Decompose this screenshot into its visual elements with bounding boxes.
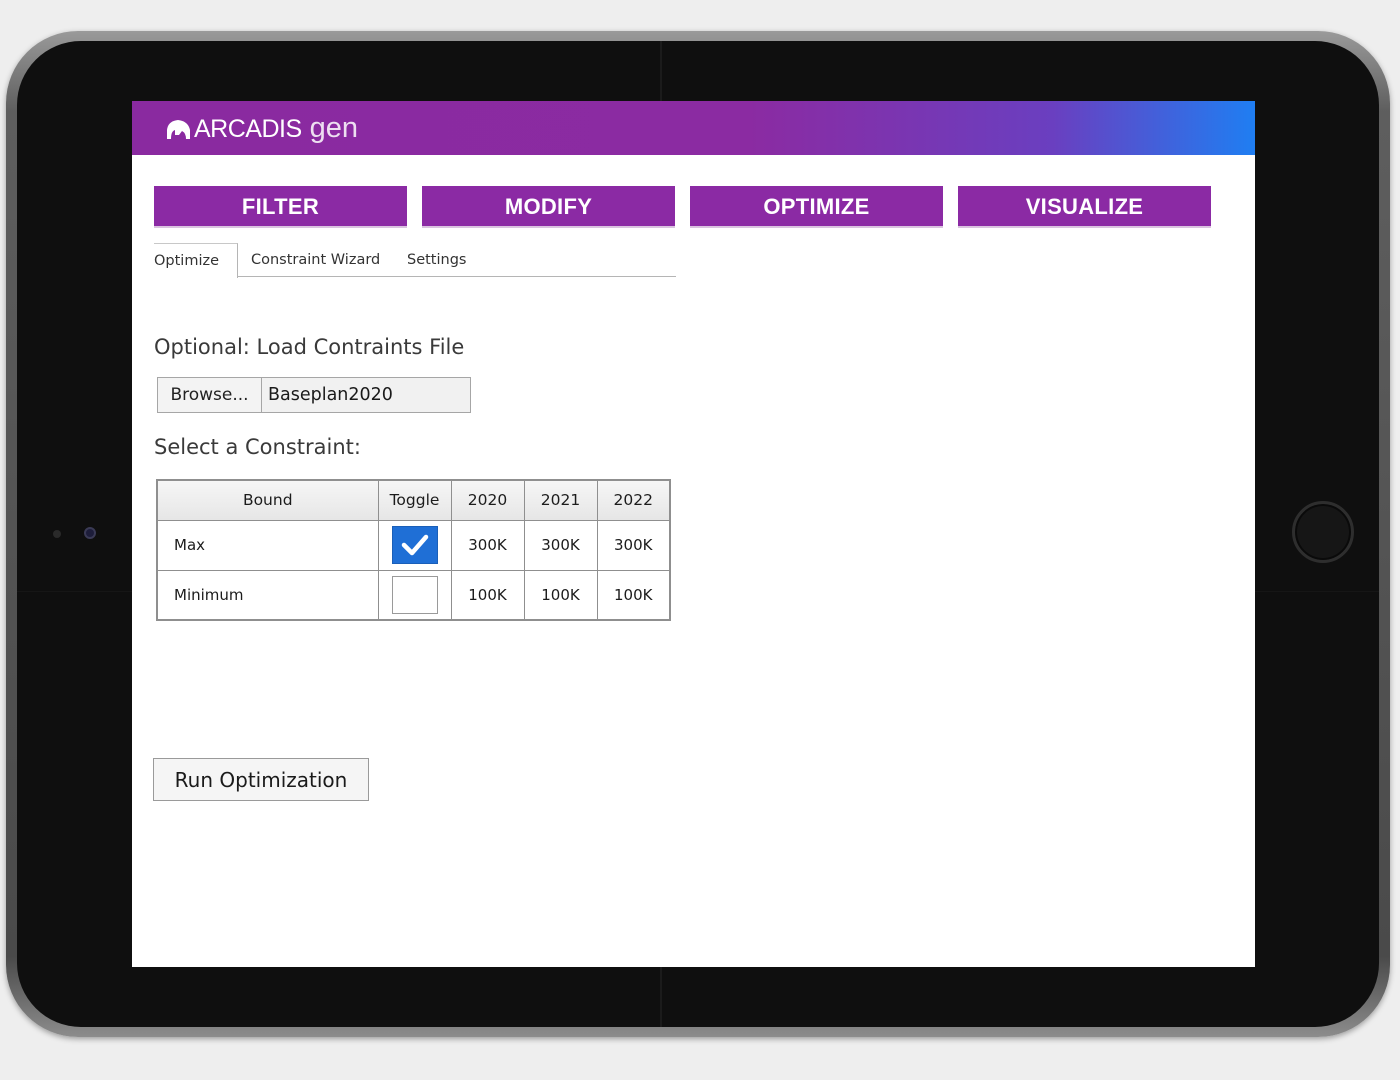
constraint-table: Bound Toggle 2020 2021 2022 Max 300K 300…	[156, 479, 671, 621]
nav-modify-button[interactable]: MODIFY	[422, 186, 675, 228]
app-header: ARCADIS gen	[132, 101, 1255, 155]
select-constraint-heading: Select a Constraint:	[154, 435, 361, 459]
value-cell: 300K	[596, 519, 671, 571]
home-button[interactable]	[1292, 501, 1354, 563]
value-cell: 300K	[450, 519, 525, 571]
browse-button[interactable]: Browse...	[158, 378, 262, 412]
bound-cell: Minimum	[156, 569, 379, 621]
app-screen: ARCADIS gen FILTER MODIFY OPTIMIZE VISUA…	[132, 101, 1255, 967]
table-row: Minimum 100K 100K 100K	[156, 569, 671, 621]
file-name-field[interactable]: Baseplan2020	[262, 378, 470, 412]
nav-filter-button[interactable]: FILTER	[154, 186, 407, 228]
column-header-toggle: Toggle	[377, 479, 452, 521]
load-constraints-heading: Optional: Load Contraints File	[154, 335, 465, 359]
toggle-cell	[377, 569, 452, 621]
column-header-bound: Bound	[156, 479, 379, 521]
max-toggle-checkbox[interactable]	[391, 526, 438, 564]
brand-name: ARCADIS	[194, 114, 302, 143]
column-header-2022: 2022	[596, 479, 671, 521]
value-cell: 100K	[596, 569, 671, 621]
brand-logo: ARCADIS gen	[166, 112, 358, 146]
tab-settings[interactable]: Settings	[407, 243, 466, 277]
table-header-row: Bound Toggle 2020 2021 2022	[156, 479, 671, 521]
constraints-file-picker: Browse... Baseplan2020	[157, 377, 471, 413]
value-cell: 100K	[450, 569, 525, 621]
tab-optimize[interactable]: Optimize	[154, 243, 239, 278]
tab-constraint-wizard[interactable]: Constraint Wizard	[251, 243, 380, 277]
table-row: Max 300K 300K 300K	[156, 519, 671, 571]
camera-icon	[84, 527, 96, 539]
arcadis-logo-icon	[167, 120, 190, 139]
minimum-toggle-checkbox[interactable]	[391, 575, 438, 614]
bound-cell: Max	[156, 519, 379, 571]
nav-optimize-button[interactable]: OPTIMIZE	[690, 186, 943, 228]
run-optimization-button[interactable]: Run Optimization	[153, 758, 369, 801]
column-header-2021: 2021	[523, 479, 598, 521]
value-cell: 100K	[523, 569, 598, 621]
checkmark-icon	[401, 534, 428, 556]
optimize-subtabs: Optimize Constraint Wizard Settings	[154, 243, 676, 278]
brand-product: gen	[309, 111, 359, 144]
sensor-icon	[53, 530, 61, 538]
column-header-2020: 2020	[450, 479, 525, 521]
nav-visualize-button[interactable]: VISUALIZE	[958, 186, 1211, 228]
toggle-cell	[377, 519, 452, 571]
value-cell: 300K	[523, 519, 598, 571]
